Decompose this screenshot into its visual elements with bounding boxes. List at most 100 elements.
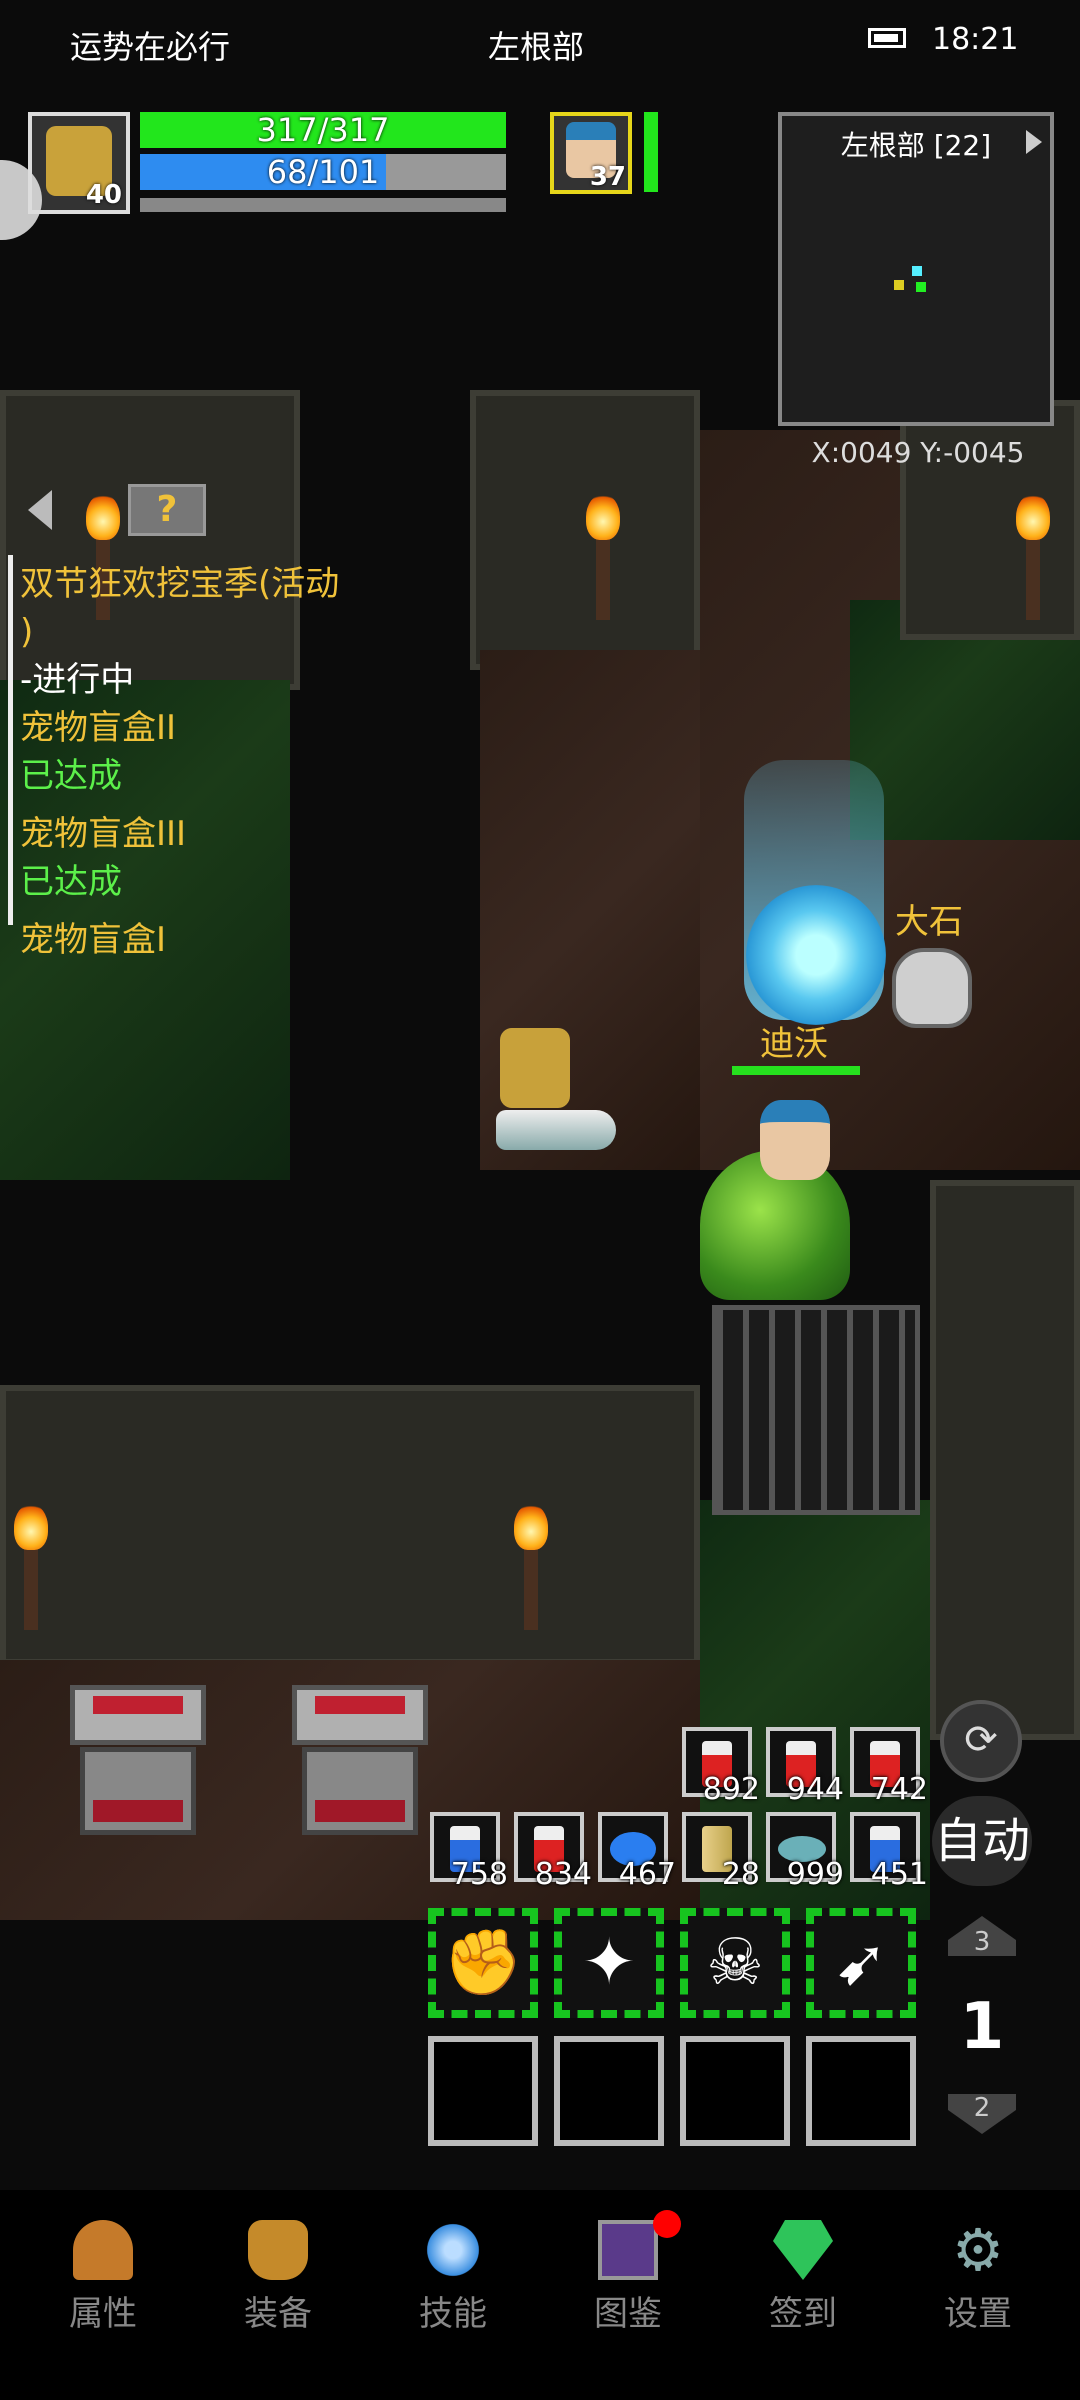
quest-scroll-indicator [8, 555, 13, 925]
fist-icon: ✊ [443, 1926, 523, 2000]
torch [586, 494, 620, 620]
rocket-icon: ➹ [834, 1926, 888, 2000]
coordinates: X:0049 Y:-0045 [811, 436, 1025, 469]
quick-item[interactable]: 758 [430, 1812, 508, 1892]
item-count: 892 [702, 1772, 760, 1807]
quick-item[interactable]: 892 [682, 1727, 760, 1807]
skill-slot-2[interactable]: ✦ [554, 1908, 664, 2018]
nav-label: 签到 [769, 2294, 837, 2334]
quest-item[interactable]: 宠物盲盒II [20, 704, 360, 752]
item-count: 28 [721, 1857, 760, 1892]
empty-skill-slot[interactable] [428, 2036, 538, 2146]
nav-checkin[interactable]: 签到 [728, 2220, 878, 2335]
empty-skill-slot[interactable] [806, 2036, 916, 2146]
exp-bar [140, 198, 506, 212]
item-count: 451 [870, 1857, 928, 1892]
quest-panel[interactable]: 双节狂欢挖宝季(活动 ) -进行中 宠物盲盒II 已达成 宠物盲盒III 已达成… [20, 560, 360, 964]
rocket-mount [496, 1110, 616, 1150]
nav-label: 技能 [419, 2294, 487, 2334]
minimap[interactable]: 左根部 [22] [778, 112, 1054, 426]
quest-title: 双节狂欢挖宝季(活动 [20, 564, 340, 604]
quest-item-status: 已达成 [20, 862, 122, 902]
rock-wall [0, 1385, 700, 1665]
pet-name: 迪沃 [760, 1024, 828, 1064]
iron-gate[interactable] [712, 1305, 920, 1515]
companion-sprite[interactable] [760, 1100, 830, 1180]
crystal-icon [423, 2220, 483, 2280]
rock-wall [470, 390, 700, 670]
refresh-icon[interactable]: ⟳ [940, 1700, 1022, 1782]
minimap-title: 左根部 [22] [840, 129, 992, 162]
battery-icon [868, 28, 906, 48]
rock-monster-name: 大石 [895, 902, 963, 942]
quest-status: -进行中 [20, 660, 135, 700]
minimap-item-dot [894, 280, 904, 290]
minimap-player-dot [912, 266, 922, 276]
quick-item[interactable]: 999 [766, 1812, 844, 1892]
treasure-chest[interactable] [70, 1685, 206, 1835]
auto-button[interactable]: 自动 [932, 1796, 1032, 1886]
page-current: 1 [959, 1990, 1005, 2064]
portal-orb[interactable] [746, 885, 886, 1025]
quest-item[interactable]: 宠物盲盒III [20, 810, 360, 858]
status-time: 18:21 [932, 22, 1019, 57]
torch [514, 1504, 548, 1630]
player-sprite[interactable] [500, 1028, 570, 1108]
skill-slot-1[interactable]: ✊ [428, 1908, 538, 2018]
quick-item[interactable]: 467 [598, 1812, 676, 1892]
companion-hp-bar [644, 112, 658, 192]
torch [14, 1504, 48, 1630]
torch [1016, 494, 1050, 620]
quick-item[interactable]: 834 [514, 1812, 592, 1892]
nav-attributes[interactable]: 属性 [28, 2220, 178, 2335]
quest-title-cont: ) [20, 612, 34, 652]
gear-icon: ⚙ [952, 2216, 1004, 2284]
bag-icon [248, 2220, 308, 2280]
rock-monster[interactable] [892, 948, 972, 1028]
treasure-chest[interactable] [292, 1685, 428, 1835]
rock-wall [930, 1180, 1080, 1740]
pet-hp-bar [732, 1066, 860, 1075]
mp-text: 68/101 [266, 153, 380, 191]
quick-item[interactable]: 742 [850, 1727, 928, 1807]
minimap-expand-icon[interactable] [1026, 130, 1042, 154]
companion-level: 37 [589, 162, 626, 192]
quest-item[interactable]: 宠物盲盒I [20, 916, 360, 964]
item-count: 742 [870, 1772, 928, 1807]
minimap-npc-dot [916, 282, 926, 292]
nav-label: 图鉴 [594, 2294, 662, 2334]
quest-help-icon[interactable]: ? [128, 484, 206, 536]
nav-label: 设置 [944, 2294, 1012, 2334]
hp-text: 317/317 [256, 111, 390, 149]
collapse-arrow-icon[interactable] [28, 490, 52, 530]
notification-dot [653, 2210, 681, 2238]
quick-item[interactable]: 944 [766, 1727, 844, 1807]
empty-skill-slot[interactable] [554, 2036, 664, 2146]
hp-bar-track: 317/317 [140, 112, 506, 148]
gem-icon [773, 2220, 833, 2280]
nav-label: 属性 [69, 2294, 137, 2334]
quest-item-status: 已达成 [20, 756, 122, 796]
status-carrier: 运势在必行 [70, 28, 231, 66]
horned-skull-icon: ☠ [706, 1926, 764, 2000]
helmet-icon [73, 2220, 133, 2280]
quick-item[interactable]: 28 [682, 1812, 760, 1892]
nav-skills[interactable]: 技能 [378, 2220, 528, 2335]
quick-item[interactable]: 451 [850, 1812, 928, 1892]
nav-equipment[interactable]: 装备 [203, 2220, 353, 2335]
nav-settings[interactable]: ⚙ 设置 [903, 2220, 1053, 2335]
companion-portrait[interactable]: 37 [550, 112, 632, 194]
beast-icon: ✦ [582, 1926, 636, 2000]
nav-collection[interactable]: 图鉴 [553, 2210, 703, 2335]
skill-slot-4[interactable]: ➹ [806, 1908, 916, 2018]
nav-label: 装备 [244, 2294, 312, 2334]
empty-skill-slot[interactable] [680, 2036, 790, 2146]
item-count: 467 [618, 1857, 676, 1892]
book-icon [598, 2220, 658, 2280]
mp-bar-track: 68/101 [140, 154, 506, 190]
player-portrait[interactable]: 40 [28, 112, 130, 214]
item-count: 758 [450, 1857, 508, 1892]
player-level: 40 [85, 180, 122, 210]
status-location: 左根部 [488, 28, 585, 66]
skill-slot-3[interactable]: ☠ [680, 1908, 790, 2018]
